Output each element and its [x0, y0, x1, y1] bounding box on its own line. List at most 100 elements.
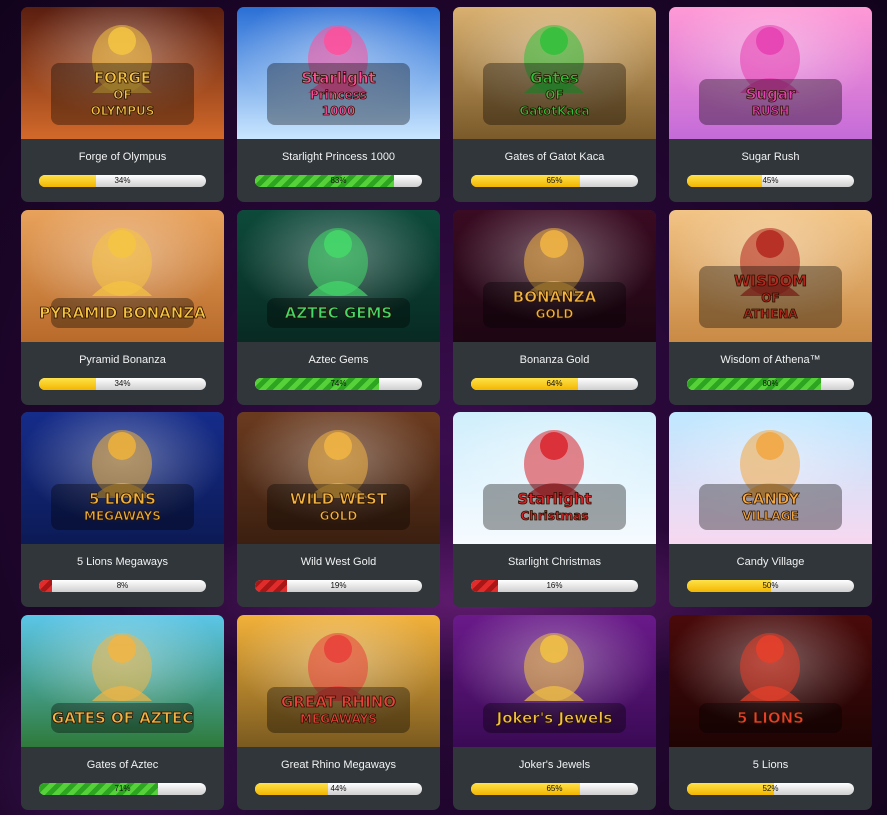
game-title: Great Rhino Megaways — [281, 759, 396, 771]
game-card[interactable]: Joker's Jewels Joker's Jewels 65% — [453, 615, 656, 810]
game-logo-text: Starlight — [517, 490, 591, 508]
rtp-progress-bar: 45% — [687, 175, 854, 187]
game-logo-text: RUSH — [752, 104, 790, 118]
game-logo-text: GatotKaca — [519, 104, 589, 118]
game-logo-text: Joker's Jewels — [496, 709, 613, 727]
game-thumbnail[interactable]: CANDY VILLAGE — [669, 412, 872, 544]
rtp-progress-bar: 34% — [39, 175, 206, 187]
game-card[interactable]: 5 LIONS 5 Lions 52% — [669, 615, 872, 810]
progress-percent-label: 45% — [762, 176, 779, 185]
lion-icon — [740, 633, 800, 701]
game-logo-text: AZTEC GEMS — [285, 304, 392, 322]
rtp-progress-bar: 52% — [687, 783, 854, 795]
rtp-progress-bar: 8% — [39, 580, 206, 592]
rtp-progress-bar: 80% — [687, 378, 854, 390]
game-thumbnail[interactable]: 5 LIONS MEGAWAYS — [21, 412, 224, 544]
game-title: Starlight Christmas — [508, 556, 601, 568]
game-card[interactable]: Starlight Princess 1000 Starlight Princess … — [237, 7, 440, 202]
game-logo-text: Starlight — [301, 69, 375, 87]
game-card[interactable]: WILD WEST GOLD Wild West Gold 19% — [237, 412, 440, 607]
game-card[interactable]: 5 LIONS MEGAWAYS 5 Lions Megaways 8% — [21, 412, 224, 607]
game-thumbnail[interactable]: AZTEC GEMS — [237, 210, 440, 342]
game-logo-text: 1000 — [322, 104, 355, 118]
game-title: Candy Village — [736, 556, 805, 568]
rtp-progress-bar: 16% — [471, 580, 638, 592]
game-title: Wild West Gold — [300, 556, 377, 568]
game-card[interactable]: AZTEC GEMS Aztec Gems 74% — [237, 210, 440, 405]
joker-icon — [524, 633, 584, 701]
game-thumbnail[interactable]: Sugar RUSH — [669, 7, 872, 139]
game-logo-text: GOLD — [536, 307, 574, 321]
game-logo-text: MEGAWAYS — [84, 509, 161, 523]
game-logo-text: GATES OF AZTEC — [52, 709, 193, 727]
game-thumbnail[interactable]: GREAT RHINO MEGAWAYS — [237, 615, 440, 747]
rtp-progress-bar: 83% — [255, 175, 422, 187]
game-title: Sugar Rush — [741, 151, 800, 163]
game-logo-text: Gates — [530, 69, 579, 87]
game-title: Gates of Aztec — [86, 759, 159, 771]
game-title: Forge of Olympus — [78, 151, 167, 163]
progress-percent-label: 8% — [116, 581, 129, 590]
game-card[interactable]: GATES OF AZTEC Gates of Aztec 71% — [21, 615, 224, 810]
rtp-progress-bar: 44% — [255, 783, 422, 795]
game-thumbnail[interactable]: WISDOM OF ATHENA — [669, 210, 872, 342]
progress-percent-label: 74% — [330, 379, 347, 388]
game-logo-text: OLYMPUS — [91, 104, 155, 118]
game-card[interactable]: BONANZA GOLD Bonanza Gold 64% — [453, 210, 656, 405]
game-thumbnail[interactable]: Starlight Princess 1000 — [237, 7, 440, 139]
progress-percent-label: 52% — [762, 784, 779, 793]
progress-percent-label: 19% — [330, 581, 347, 590]
game-logo-text: MEGAWAYS — [300, 712, 377, 726]
game-logo-text: CANDY — [742, 490, 801, 508]
game-title: 5 Lions Megaways — [76, 556, 169, 568]
game-thumbnail[interactable]: BONANZA GOLD — [453, 210, 656, 342]
game-title: Starlight Princess 1000 — [281, 151, 396, 163]
game-card[interactable]: FORGE OF OLYMPUS Forge of Olympus 34% — [21, 7, 224, 202]
game-logo-text: VILLAGE — [742, 509, 798, 523]
game-thumbnail[interactable]: GATES OF AZTEC — [21, 615, 224, 747]
game-card[interactable]: WISDOM OF ATHENA Wisdom of Athena™ 80% — [669, 210, 872, 405]
progress-percent-label: 65% — [546, 176, 563, 185]
rtp-progress-bar: 71% — [39, 783, 206, 795]
game-card[interactable]: Sugar RUSH Sugar Rush 45% — [669, 7, 872, 202]
rtp-progress-bar: 19% — [255, 580, 422, 592]
game-card[interactable]: Gates OF GatotKaca Gates of Gatot Kaca 65% — [453, 7, 656, 202]
game-logo-text: GREAT RHINO — [281, 693, 396, 711]
game-card[interactable]: Starlight Christmas Starlight Christmas 16% — [453, 412, 656, 607]
game-title: Wisdom of Athena™ — [720, 354, 821, 366]
progress-percent-label: 34% — [114, 379, 131, 388]
game-logo-text: OF — [761, 291, 779, 305]
aztec-mask-icon — [308, 228, 368, 296]
game-thumbnail[interactable]: 5 LIONS — [669, 615, 872, 747]
progress-percent-label: 64% — [546, 379, 563, 388]
game-card[interactable]: CANDY VILLAGE Candy Village 50% — [669, 412, 872, 607]
game-card[interactable]: GREAT RHINO MEGAWAYS Great Rhino Megaways 4… — [237, 615, 440, 810]
aztec-warrior-icon — [92, 633, 152, 701]
game-thumbnail[interactable]: FORGE OF OLYMPUS — [21, 7, 224, 139]
game-card[interactable]: PYRAMID BONANZA Pyramid Bonanza 34% — [21, 210, 224, 405]
rtp-progress-bar: 34% — [39, 378, 206, 390]
progress-percent-label: 16% — [546, 581, 563, 590]
game-title: 5 Lions — [752, 759, 789, 771]
progress-percent-label: 71% — [114, 784, 131, 793]
game-logo-text: WILD WEST — [290, 490, 388, 508]
progress-percent-label: 65% — [546, 784, 563, 793]
game-thumbnail[interactable]: WILD WEST GOLD — [237, 412, 440, 544]
rtp-progress-bar: 74% — [255, 378, 422, 390]
game-logo-text: Princess — [310, 88, 367, 102]
progress-percent-label: 44% — [330, 784, 347, 793]
scarab-wings-icon — [92, 228, 152, 296]
progress-percent-label: 34% — [114, 176, 131, 185]
rtp-progress-bar: 65% — [471, 175, 638, 187]
game-thumbnail[interactable]: PYRAMID BONANZA — [21, 210, 224, 342]
game-title: Gates of Gatot Kaca — [504, 151, 605, 163]
game-thumbnail[interactable]: Gates OF GatotKaca — [453, 7, 656, 139]
game-title: Pyramid Bonanza — [79, 354, 166, 366]
game-title: Joker's Jewels — [518, 759, 591, 771]
game-logo-text: GOLD — [320, 509, 358, 523]
rtp-progress-bar: 50% — [687, 580, 854, 592]
game-thumbnail[interactable]: Starlight Christmas — [453, 412, 656, 544]
game-logo-text: FORGE — [94, 69, 151, 87]
game-logo-text: Sugar — [746, 85, 796, 103]
game-thumbnail[interactable]: Joker's Jewels — [453, 615, 656, 747]
